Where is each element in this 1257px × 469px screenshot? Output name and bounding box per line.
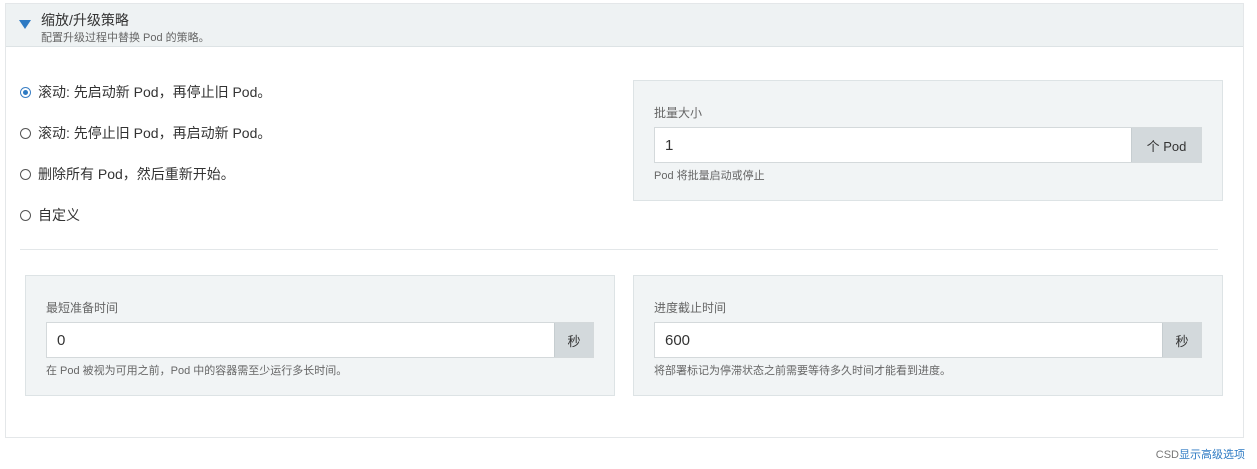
batch-size-input[interactable] (655, 128, 1131, 162)
section-title: 缩放/升级策略 (41, 12, 129, 28)
radio-label: 删除所有 Pod，然后重新开始。 (38, 166, 235, 182)
progress-deadline-help: 将部署标记为停滞状态之前需要等待多久时间才能看到进度。 (654, 365, 951, 377)
radio-option-rolling-stop-first[interactable]: 滚动: 先停止旧 Pod，再启动新 Pod。 (20, 123, 271, 143)
radio-checked-icon[interactable] (20, 86, 31, 98)
batch-size-label: 批量大小 (654, 106, 703, 120)
batch-size-box: 批量大小 个 Pod Pod 将批量启动或停止 (633, 80, 1223, 201)
radio-label: 自定义 (38, 207, 80, 223)
progress-deadline-input-group: 秒 (654, 322, 1202, 358)
batch-size-input-group: 个 Pod (654, 127, 1202, 163)
radio-option-rolling-start-first[interactable]: 滚动: 先启动新 Pod，再停止旧 Pod。 (20, 82, 271, 102)
progress-deadline-label: 进度截止时间 (654, 301, 727, 315)
min-ready-input[interactable] (47, 323, 554, 357)
footer: CSD显示高级选项 (1156, 446, 1245, 462)
min-ready-box: 最短准备时间 秒 在 Pod 被视为可用之前，Pod 中的容器需至少运行多长时间… (25, 275, 615, 396)
batch-size-unit: 个 Pod (1131, 128, 1201, 162)
radio-unchecked-icon[interactable] (20, 127, 31, 139)
min-ready-input-group: 秒 (46, 322, 594, 358)
progress-deadline-input[interactable] (655, 323, 1162, 357)
progress-deadline-box: 进度截止时间 秒 将部署标记为停滞状态之前需要等待多久时间才能看到进度。 (633, 275, 1223, 396)
progress-deadline-unit: 秒 (1162, 323, 1201, 357)
show-advanced-link[interactable]: 显示高级选项 (1179, 449, 1245, 461)
min-ready-unit: 秒 (554, 323, 593, 357)
radio-unchecked-icon[interactable] (20, 168, 31, 180)
section-subtitle: 配置升级过程中替换 Pod 的策略。 (41, 32, 210, 44)
footer-prefix: CSD (1155, 449, 1179, 461)
divider (20, 249, 1218, 250)
radio-label: 滚动: 先停止旧 Pod，再启动新 Pod。 (38, 125, 272, 141)
radio-unchecked-icon[interactable] (20, 209, 31, 221)
strategy-radio-group: 滚动: 先启动新 Pod，再停止旧 Pod。 滚动: 先停止旧 Pod，再启动新… (20, 82, 271, 246)
min-ready-help: 在 Pod 被视为可用之前，Pod 中的容器需至少运行多长时间。 (46, 365, 348, 377)
min-ready-label: 最短准备时间 (46, 301, 119, 315)
batch-size-help: Pod 将批量启动或停止 (654, 170, 765, 182)
radio-option-custom[interactable]: 自定义 (20, 205, 271, 225)
radio-label: 滚动: 先启动新 Pod，再停止旧 Pod。 (38, 84, 272, 100)
section-header[interactable]: 缩放/升级策略 配置升级过程中替换 Pod 的策略。 (6, 4, 1243, 47)
radio-option-recreate[interactable]: 删除所有 Pod，然后重新开始。 (20, 164, 271, 184)
triangle-down-icon[interactable] (19, 20, 31, 29)
